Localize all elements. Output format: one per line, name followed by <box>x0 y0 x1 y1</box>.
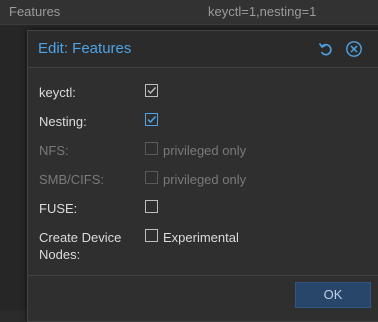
field-label: FUSE: <box>39 201 78 216</box>
features-row[interactable]: Features keyctl=1,nesting=1 <box>0 0 378 25</box>
keyctl-checkbox[interactable] <box>145 84 158 97</box>
field-label: NFS: <box>39 143 69 158</box>
nfs-box-label: privileged only <box>163 143 247 158</box>
fuse-checkbox[interactable] <box>145 200 158 213</box>
create-device-nodes-checkbox[interactable] <box>145 229 158 242</box>
close-icon[interactable] <box>345 40 363 58</box>
features-row-value: keyctl=1,nesting=1 <box>208 4 317 19</box>
field-keyctl: keyctl: <box>28 81 378 103</box>
field-fuse: FUSE: <box>28 197 378 219</box>
field-nfs: NFS: privileged only <box>28 139 378 161</box>
create-device-nodes-box-label: Experimental <box>163 230 239 245</box>
field-label: Nesting: <box>39 114 87 129</box>
field-smb-cifs: SMB/CIFS: privileged only <box>28 168 378 190</box>
edit-features-dialog: Edit: Features keyctl: Nesting: NFS: pri… <box>27 30 378 322</box>
footer-divider <box>28 275 378 276</box>
smb-cifs-box-label: privileged only <box>163 172 247 187</box>
dialog-title: Edit: Features <box>38 40 132 57</box>
nesting-checkbox[interactable] <box>145 113 158 126</box>
field-label: SMB/CIFS: <box>39 172 105 187</box>
undo-icon[interactable] <box>317 40 335 58</box>
field-label: Create Device Nodes: <box>39 230 122 262</box>
features-row-key: Features <box>9 4 61 19</box>
field-nesting: Nesting: <box>28 110 378 132</box>
nfs-checkbox[interactable] <box>145 142 158 155</box>
field-create-device-nodes: Create Device Nodes: Experimental <box>28 226 378 266</box>
ok-button[interactable]: OK <box>295 282 371 308</box>
field-label: keyctl: <box>39 85 76 100</box>
smb-cifs-checkbox[interactable] <box>145 171 158 184</box>
dialog-header: Edit: Features <box>28 31 378 68</box>
